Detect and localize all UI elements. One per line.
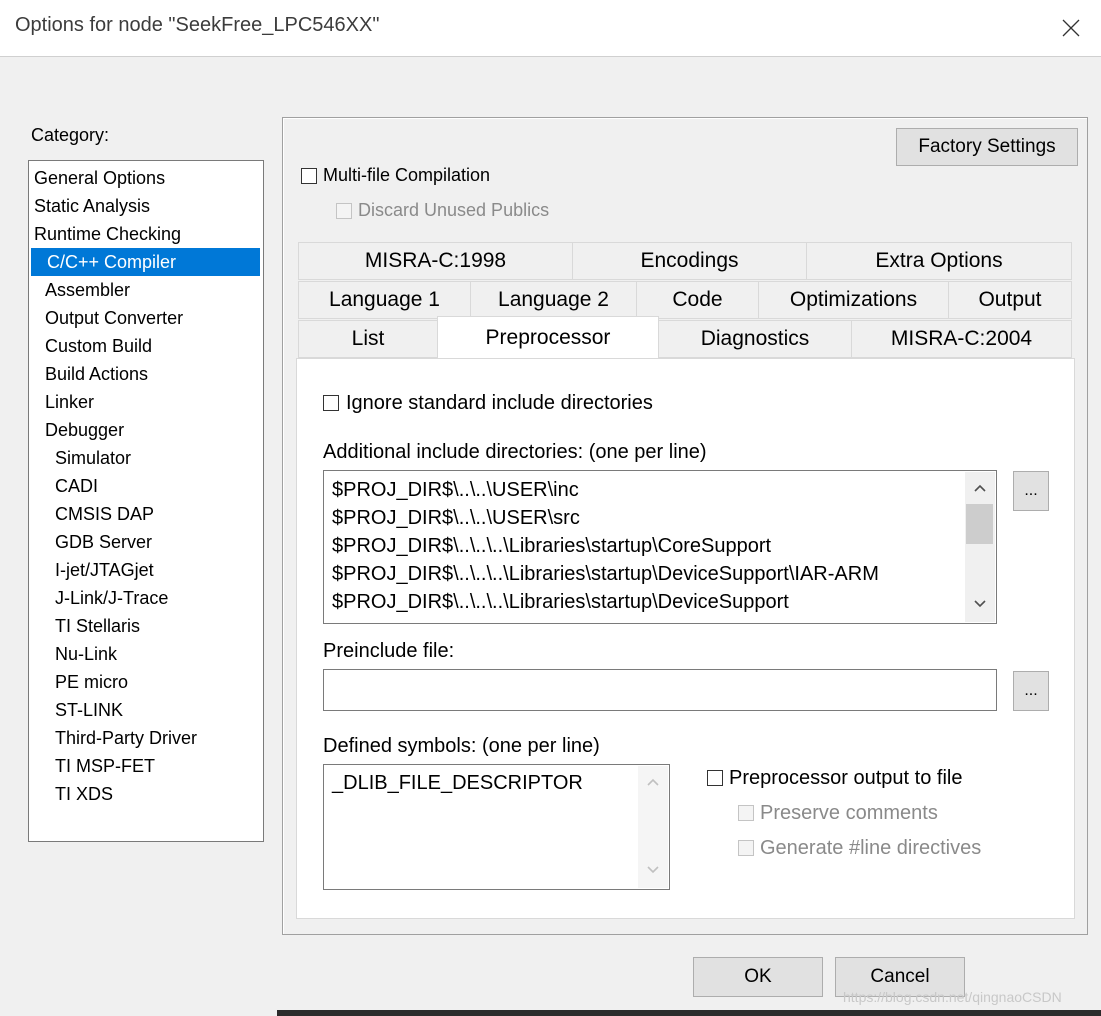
close-icon xyxy=(1062,19,1080,37)
preinclude-input[interactable] xyxy=(323,669,997,711)
category-items: General Options Static Analysis Runtime Ch… xyxy=(29,164,263,808)
category-item[interactable]: Build Actions xyxy=(29,360,263,388)
category-item[interactable]: GDB Server xyxy=(29,528,263,556)
generate-line-label: Generate #line directives xyxy=(760,837,982,859)
category-item[interactable]: ST-LINK xyxy=(29,696,263,724)
preinclude-label: Preinclude file: xyxy=(323,640,455,662)
preserve-comments-checkbox[interactable] xyxy=(738,805,754,821)
tab-preprocessor[interactable]: Preprocessor xyxy=(437,316,659,358)
discard-unused-label: Discard Unused Publics xyxy=(358,200,550,220)
include-dir-line: $PROJ_DIR$\..\..\..\Libraries\startup\De… xyxy=(332,563,879,585)
additional-include-label: Additional include directories: (one per… xyxy=(323,441,707,463)
factory-settings-button[interactable]: Factory Settings xyxy=(896,128,1078,166)
category-item[interactable]: Assembler xyxy=(29,276,263,304)
category-item[interactable]: TI XDS xyxy=(29,780,263,808)
tab-misra-c-1998[interactable]: MISRA-C:1998 xyxy=(298,242,573,280)
category-item[interactable]: Output Converter xyxy=(29,304,263,332)
tab-list[interactable]: List xyxy=(298,320,438,358)
tab-optimizations[interactable]: Optimizations xyxy=(758,281,949,319)
watermark: https://blog.csdn.net/qingnaoCSDN xyxy=(843,989,1062,1005)
preserve-comments-label: Preserve comments xyxy=(760,802,938,824)
window-title: Options for node "SeekFree_LPC546XX" xyxy=(15,14,380,36)
defined-symbols-textarea[interactable]: _DLIB_FILE_DESCRIPTOR xyxy=(323,764,670,890)
category-item[interactable]: PE micro xyxy=(29,668,263,696)
defined-symbols-scrollbar xyxy=(638,766,668,888)
include-dirs-lines: $PROJ_DIR$\..\..\USER\inc $PROJ_DIR$\..\… xyxy=(332,476,879,616)
category-item[interactable]: C/C++ Compiler xyxy=(31,248,260,276)
scroll-down-icon xyxy=(647,866,659,874)
scroll-up-icon[interactable] xyxy=(974,484,986,492)
category-item[interactable]: CADI xyxy=(29,472,263,500)
include-dirs-textarea[interactable]: $PROJ_DIR$\..\..\USER\inc $PROJ_DIR$\..\… xyxy=(323,470,997,624)
include-dir-line: $PROJ_DIR$\..\..\USER\inc xyxy=(332,479,579,501)
defined-symbols-label: Defined symbols: (one per line) xyxy=(323,735,600,757)
category-label: Category: xyxy=(31,125,110,145)
category-item[interactable]: Custom Build xyxy=(29,332,263,360)
category-item[interactable]: Nu-Link xyxy=(29,640,263,668)
browse-preinclude-button[interactable]: ... xyxy=(1013,671,1049,711)
scroll-up-icon xyxy=(647,778,659,786)
category-item[interactable]: Debugger xyxy=(29,416,263,444)
discard-unused-checkbox[interactable] xyxy=(336,203,352,219)
title-bar: Options for node "SeekFree_LPC546XX" xyxy=(0,0,1101,56)
pp-output-checkbox[interactable] xyxy=(707,770,723,786)
tab-code[interactable]: Code xyxy=(636,281,759,319)
tab-language-1[interactable]: Language 1 xyxy=(298,281,471,319)
include-dir-line: $PROJ_DIR$\..\..\..\Libraries\startup\Co… xyxy=(332,535,772,557)
include-dirs-scrollbar[interactable] xyxy=(965,472,995,622)
category-item[interactable]: TI MSP-FET xyxy=(29,752,263,780)
scroll-thumb[interactable] xyxy=(966,504,993,544)
pp-output-label: Preprocessor output to file xyxy=(729,767,963,789)
tab-misra-c-2004[interactable]: MISRA-C:2004 xyxy=(851,320,1072,358)
category-item[interactable]: CMSIS DAP xyxy=(29,500,263,528)
include-dir-line: $PROJ_DIR$\..\..\USER\src xyxy=(332,507,580,529)
generate-line-checkbox[interactable] xyxy=(738,840,754,856)
ignore-std-label: Ignore standard include directories xyxy=(346,392,653,414)
category-item[interactable]: Runtime Checking xyxy=(29,220,263,248)
category-item[interactable]: TI Stellaris xyxy=(29,612,263,640)
include-dir-line: $PROJ_DIR$\..\..\..\Libraries\startup\De… xyxy=(332,591,789,613)
category-item[interactable]: Simulator xyxy=(29,444,263,472)
title-divider xyxy=(0,56,1101,57)
scroll-down-icon[interactable] xyxy=(974,600,986,608)
multi-file-label: Multi-file Compilation xyxy=(323,165,491,185)
ok-button[interactable]: OK xyxy=(693,957,823,997)
tab-diagnostics[interactable]: Diagnostics xyxy=(658,320,852,358)
category-item[interactable]: J-Link/J-Trace xyxy=(29,584,263,612)
browse-include-button[interactable]: ... xyxy=(1013,471,1049,511)
taskbar-strip xyxy=(277,1010,1101,1016)
category-list[interactable]: General Options Static Analysis Runtime Ch… xyxy=(28,160,264,842)
tab-output[interactable]: Output xyxy=(948,281,1072,319)
category-item[interactable]: Static Analysis xyxy=(29,192,263,220)
close-button[interactable] xyxy=(1041,0,1101,56)
tab-language-2[interactable]: Language 2 xyxy=(470,281,637,319)
defined-symbol-line: _DLIB_FILE_DESCRIPTOR xyxy=(332,772,583,794)
multi-file-checkbox[interactable] xyxy=(301,168,317,184)
category-item[interactable]: I-jet/JTAGjet xyxy=(29,556,263,584)
category-item[interactable]: Third-Party Driver xyxy=(29,724,263,752)
tab-encodings[interactable]: Encodings xyxy=(572,242,807,280)
category-item[interactable]: General Options xyxy=(29,164,263,192)
category-item[interactable]: Linker xyxy=(29,388,263,416)
ignore-std-checkbox[interactable] xyxy=(323,395,339,411)
tab-extra-options[interactable]: Extra Options xyxy=(806,242,1072,280)
